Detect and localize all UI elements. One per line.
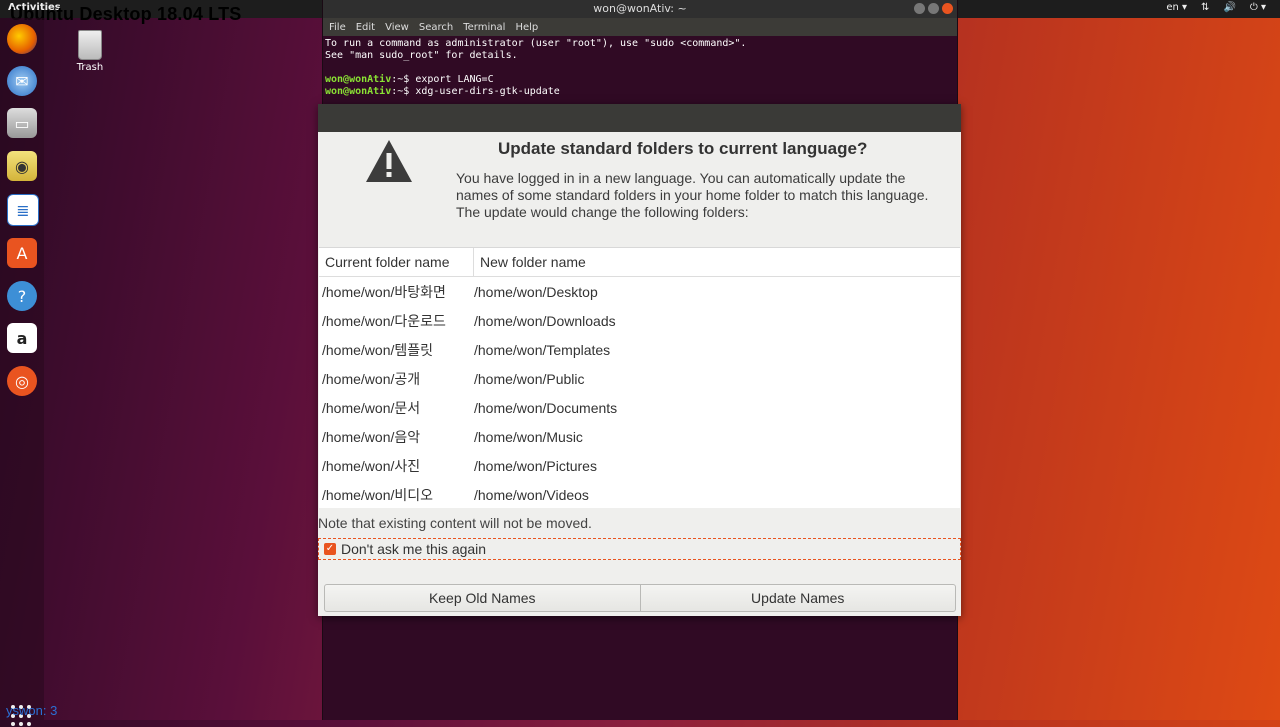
rhythmbox-icon[interactable]: ◉: [7, 151, 37, 181]
terminal-prompt: won@wonAtiv: [325, 86, 392, 97]
terminal-menubar: File Edit View Search Terminal Help: [323, 18, 957, 36]
libreoffice-writer-icon[interactable]: ≣: [7, 194, 39, 226]
dock: ✉ ▭ ◉ ≣ A ? a ◎: [0, 18, 44, 727]
terminal-titlebar: won@wonAtiv: ~: [323, 0, 957, 18]
dont-ask-checkbox-row[interactable]: ✓ Don't ask me this again: [318, 538, 961, 560]
trash-icon: [78, 30, 102, 60]
new-folder-cell: /home/won/Documents: [474, 399, 618, 416]
new-folder-cell: /home/won/Downloads: [474, 312, 616, 329]
firefox-icon[interactable]: [7, 24, 37, 54]
update-names-button[interactable]: Update Names: [639, 585, 956, 611]
column-header-current[interactable]: Current folder name: [319, 248, 474, 276]
new-folder-cell: /home/won/Desktop: [474, 283, 598, 300]
system-tray: en ▾ ⇅ 🔊 ⏻ ▾: [1166, 2, 1266, 13]
amazon-icon[interactable]: a: [7, 323, 37, 353]
current-folder-cell: /home/won/음악: [322, 428, 421, 445]
dont-ask-label[interactable]: Don't ask me this again: [341, 541, 486, 557]
table-row[interactable]: /home/won/문서 /home/won/Documents: [319, 393, 960, 422]
new-folder-cell: /home/won/Public: [474, 370, 585, 387]
software-center-icon[interactable]: A: [7, 238, 37, 268]
help-icon[interactable]: ?: [7, 281, 37, 311]
power-icon[interactable]: ⏻ ▾: [1250, 2, 1266, 13]
trash-label: Trash: [76, 62, 104, 73]
menu-view[interactable]: View: [385, 22, 409, 33]
maximize-icon[interactable]: [928, 3, 939, 14]
current-folder-cell: /home/won/템플릿: [322, 341, 434, 358]
dont-ask-checkbox[interactable]: ✓: [324, 543, 336, 555]
dialog-buttons: Keep Old Names Update Names: [324, 584, 956, 612]
note-text: Note that existing content will not be m…: [318, 515, 592, 531]
current-folder-cell: /home/won/사진: [322, 457, 421, 474]
current-folder-cell: /home/won/비디오: [322, 486, 434, 503]
dialog-message: You have logged in in a new language. Yo…: [456, 170, 929, 220]
warning-icon: [366, 140, 412, 182]
table-row[interactable]: /home/won/공개 /home/won/Public: [319, 364, 960, 393]
table-row[interactable]: /home/won/음악 /home/won/Music: [319, 422, 960, 451]
terminal-prompt: won@wonAtiv: [325, 74, 392, 85]
terminal-line: To run a command as administrator (user …: [325, 38, 747, 49]
overlay-bottom-text: yswon: 3: [6, 703, 58, 718]
terminal-command: xdg-user-dirs-gtk-update: [415, 86, 560, 97]
new-folder-cell: /home/won/Pictures: [474, 457, 597, 474]
dialog-title: Update standard folders to current langu…: [498, 139, 868, 158]
language-indicator[interactable]: en ▾: [1166, 2, 1187, 13]
thunderbird-icon[interactable]: ✉: [7, 66, 37, 96]
close-icon[interactable]: [942, 3, 953, 14]
ubuntu-icon[interactable]: ◎: [7, 366, 37, 396]
table-row[interactable]: /home/won/다운로드 /home/won/Downloads: [319, 306, 960, 335]
network-icon[interactable]: ⇅: [1201, 2, 1209, 13]
table-row[interactable]: /home/won/사진 /home/won/Pictures: [319, 451, 960, 480]
dialog-header: [318, 104, 961, 132]
volume-icon[interactable]: 🔊: [1223, 2, 1235, 13]
menu-file[interactable]: File: [329, 22, 346, 33]
menu-edit[interactable]: Edit: [356, 22, 375, 33]
current-folder-cell: /home/won/공개: [322, 370, 421, 387]
terminal-output[interactable]: To run a command as administrator (user …: [323, 36, 957, 100]
terminal-command: export LANG=C: [415, 74, 494, 85]
desktop-trash[interactable]: Trash: [72, 30, 108, 73]
table-row[interactable]: /home/won/비디오 /home/won/Videos: [319, 480, 960, 509]
menu-help[interactable]: Help: [515, 22, 538, 33]
keep-old-names-button[interactable]: Keep Old Names: [325, 585, 640, 611]
terminal-line: See "man sudo_root" for details.: [325, 50, 518, 61]
new-folder-cell: /home/won/Templates: [474, 341, 611, 358]
table-row[interactable]: /home/won/템플릿 /home/won/Templates: [319, 335, 960, 364]
prompt-suffix: :~$: [391, 86, 416, 97]
minimize-icon[interactable]: [914, 3, 925, 14]
overlay-title: Ubuntu Desktop 18.04 LTS: [10, 4, 242, 24]
new-folder-cell: /home/won/Videos: [474, 486, 589, 503]
prompt-suffix: :~$: [391, 74, 416, 85]
table-row[interactable]: /home/won/바탕화면 /home/won/Desktop: [319, 277, 960, 306]
terminal-title: won@wonAtiv: ~: [593, 2, 687, 15]
new-folder-cell: /home/won/Music: [474, 428, 583, 445]
files-icon[interactable]: ▭: [7, 108, 37, 138]
current-folder-cell: /home/won/문서: [322, 399, 421, 416]
column-header-new[interactable]: New folder name: [474, 248, 586, 276]
menu-search[interactable]: Search: [419, 22, 453, 33]
menu-terminal[interactable]: Terminal: [463, 22, 505, 33]
folder-table: Current folder name New folder name /hom…: [319, 247, 960, 508]
current-folder-cell: /home/won/다운로드: [322, 312, 446, 329]
table-header: Current folder name New folder name: [319, 248, 960, 277]
update-folders-dialog: Update standard folders to current langu…: [318, 104, 961, 616]
current-folder-cell: /home/won/바탕화면: [322, 283, 446, 300]
